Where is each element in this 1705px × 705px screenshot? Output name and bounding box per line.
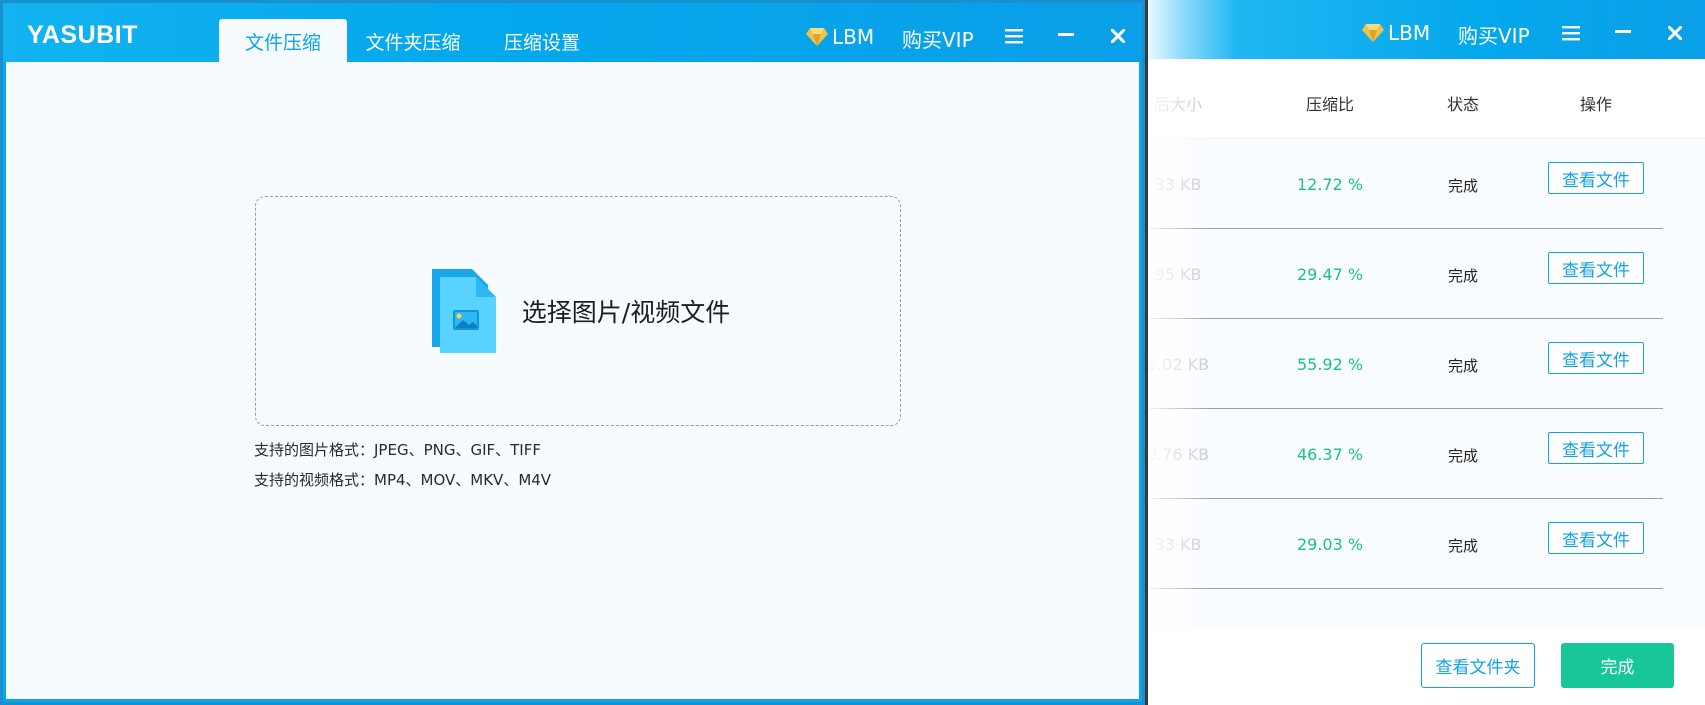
close-icon[interactable] (1668, 26, 1682, 40)
tab-label: 文件压缩 (244, 31, 321, 54)
dropzone-label: 选择图片/视频文件 (521, 298, 731, 327)
table-row: 33 KB 29.03 % 完成 查看文件 (1148, 499, 1663, 589)
result-table: 33 KB 12.72 % 完成 查看文件 95 KB 29.47 % 完成 查… (1146, 139, 1705, 629)
row-status: 完成 (1447, 537, 1479, 555)
video-formats-text: 支持的视频格式：MP4、MOV、MKV、M4V (254, 471, 552, 489)
column-header-size: 后大小 (1153, 95, 1203, 114)
row-ratio: 46.37 % (1296, 445, 1364, 464)
minimize-icon[interactable] (1615, 30, 1631, 34)
app-brand: YASUBIT (27, 21, 138, 49)
view-file-button[interactable]: 查看文件 (1548, 522, 1644, 554)
view-file-button[interactable]: 查看文件 (1548, 162, 1644, 194)
file-image-icon (431, 269, 496, 353)
view-file-button[interactable]: 查看文件 (1548, 252, 1644, 284)
user-name: LBM (832, 25, 875, 49)
diamond-icon (1362, 24, 1384, 42)
table-row: 9.76 KB 46.37 % 完成 查看文件 (1146, 409, 1663, 499)
row-size: 2.02 KB (1146, 355, 1210, 374)
result-footer: 查看文件夹 完成 (1148, 629, 1705, 705)
tab-folder-compress[interactable]: 文件夹压缩 (358, 19, 468, 63)
user-account[interactable]: LBM (1362, 21, 1430, 45)
row-status: 完成 (1447, 177, 1479, 195)
row-ratio: 12.72 % (1296, 175, 1364, 194)
tab-file-compress[interactable]: 文件压缩 (219, 19, 347, 63)
buy-vip-label: 购买VIP (1458, 24, 1530, 48)
row-ratio: 29.47 % (1296, 265, 1364, 284)
menu-icon[interactable] (1562, 25, 1580, 41)
view-folder-button[interactable]: 查看文件夹 (1421, 643, 1535, 688)
tab-label: 文件夹压缩 (365, 31, 461, 54)
row-size: 33 KB (1154, 535, 1202, 554)
table-row: 2.02 KB 55.92 % 完成 查看文件 (1146, 319, 1663, 409)
row-size: 95 KB (1154, 265, 1202, 284)
minimize-icon[interactable] (1058, 33, 1074, 37)
table-row: 33 KB 12.72 % 完成 查看文件 (1148, 139, 1663, 229)
row-status: 完成 (1447, 447, 1479, 465)
title-bar: YASUBIT 文件压缩 文件夹压缩 压缩设置 LBM 购买VIP (3, 3, 1142, 63)
row-size: 33 KB (1154, 175, 1202, 194)
title-bar: LBM 购买VIP (1148, 0, 1705, 59)
done-button[interactable]: 完成 (1561, 643, 1674, 688)
diamond-icon (806, 28, 828, 46)
table-row: 95 KB 29.47 % 完成 查看文件 (1148, 229, 1663, 319)
user-account[interactable]: LBM (806, 25, 874, 49)
close-icon[interactable] (1111, 29, 1125, 43)
buy-vip-link[interactable]: 购买VIP (902, 24, 974, 53)
row-status: 完成 (1447, 357, 1479, 375)
column-header-action: 操作 (1579, 95, 1613, 114)
view-file-button[interactable]: 查看文件 (1548, 342, 1644, 374)
column-header-status: 状态 (1446, 95, 1480, 114)
menu-icon[interactable] (1005, 28, 1023, 44)
row-size: 9.76 KB (1146, 445, 1210, 464)
result-window: LBM 购买VIP 后大小 压缩比 状态 操作 33 KB 12.72 % 完成… (1146, 0, 1705, 705)
buy-vip-link[interactable]: 购买VIP (1458, 20, 1530, 49)
image-formats-text: 支持的图片格式：JPEG、PNG、GIF、TIFF (254, 441, 541, 459)
row-ratio: 55.92 % (1296, 355, 1364, 374)
view-file-button[interactable]: 查看文件 (1548, 432, 1644, 464)
row-ratio: 29.03 % (1296, 535, 1364, 554)
buy-vip-label: 购买VIP (902, 28, 974, 52)
tab-label: 压缩设置 (503, 31, 580, 54)
row-status: 完成 (1447, 267, 1479, 285)
compress-content: 选择图片/视频文件 支持的图片格式：JPEG、PNG、GIF、TIFF 支持的视… (6, 62, 1139, 699)
tab-compress-settings[interactable]: 压缩设置 (489, 19, 595, 63)
compress-window: YASUBIT 文件压缩 文件夹压缩 压缩设置 LBM 购买VIP 选择图片/视… (0, 0, 1145, 705)
table-header: 后大小 压缩比 状态 操作 (1148, 59, 1705, 139)
user-name: LBM (1388, 21, 1431, 45)
column-header-ratio: 压缩比 (1305, 95, 1355, 114)
file-dropzone[interactable]: 选择图片/视频文件 (255, 196, 901, 426)
